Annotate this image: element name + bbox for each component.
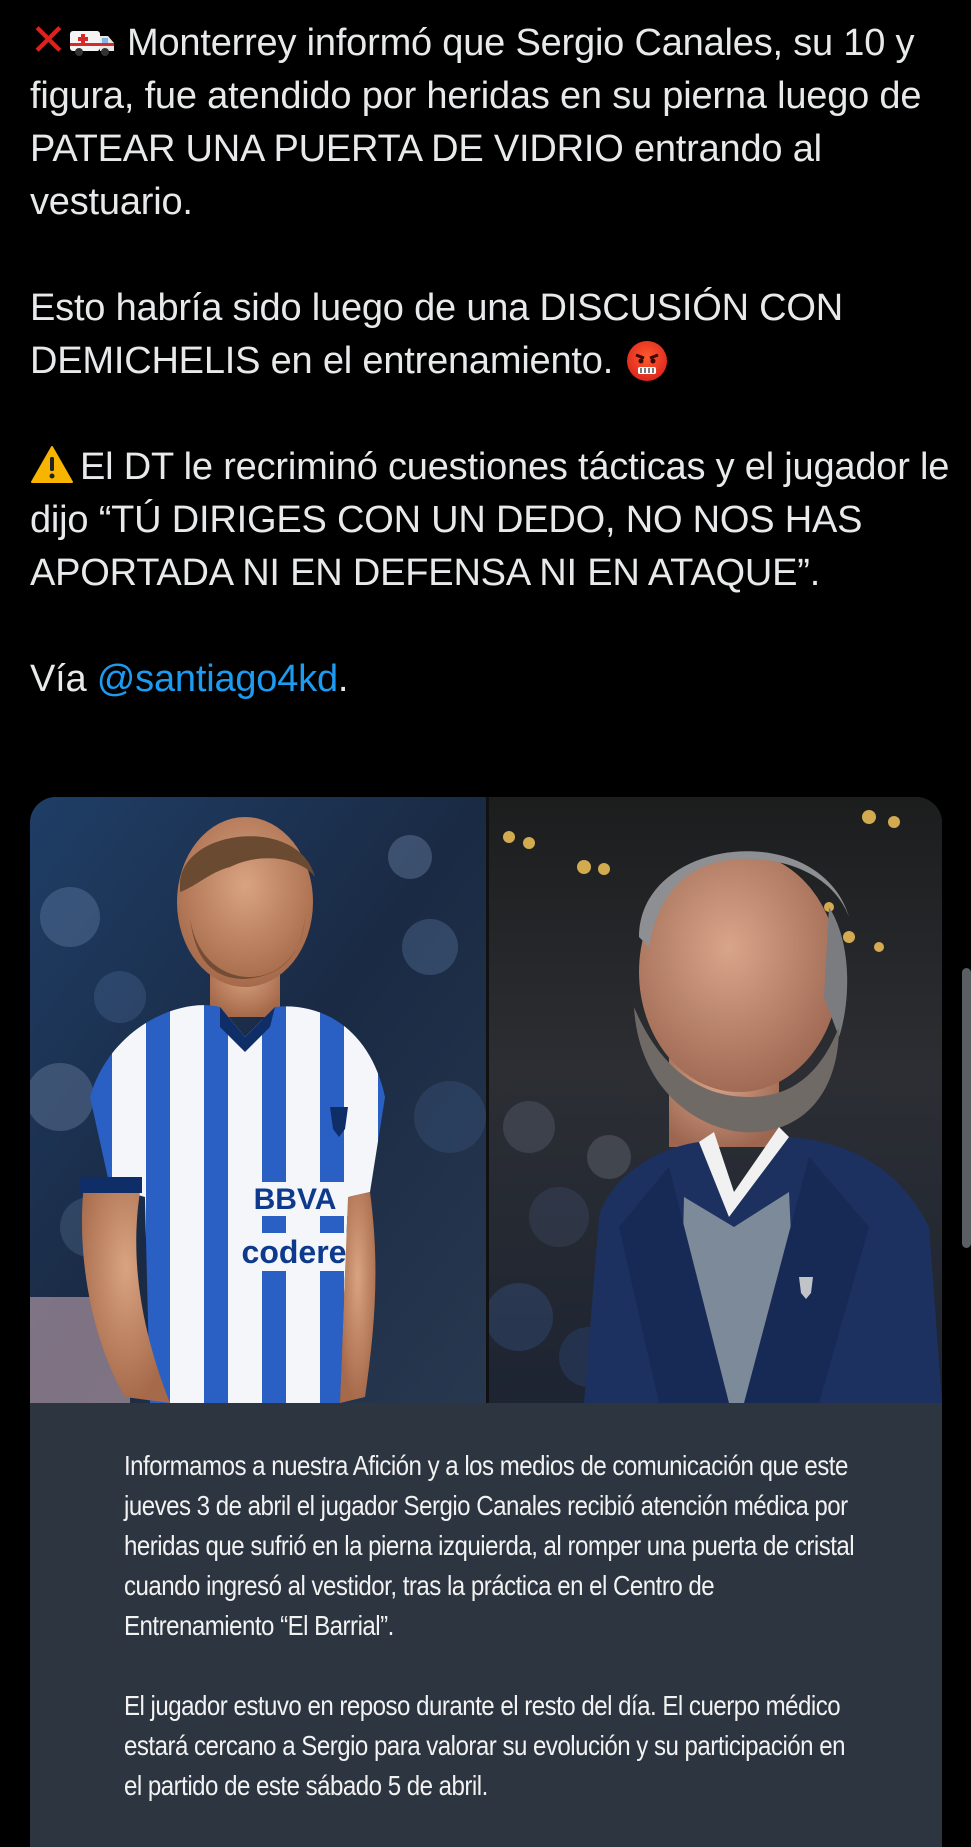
tweet-paragraph-1-text: Monterrey informó que Sergio Canales, su… (30, 22, 922, 223)
tweet-paragraph-4: Vía @santiago4kd. (30, 653, 950, 706)
sponsor-bbva: BBVA (254, 1183, 337, 1216)
sponsor-codere: codere (242, 1234, 347, 1270)
coach-photo[interactable] (489, 797, 942, 1403)
cross-mark-icon: ✕ (30, 16, 67, 65)
statement-text: Informamos a nuestra Afición y a los med… (124, 1446, 864, 1846)
tweet-paragraph-1: ✕ Monterrey informó que Sergio Canales, … (30, 14, 950, 229)
tweet-media[interactable]: BBVA codere Informamos a nuestra Afición… (30, 797, 942, 1847)
angry-face-icon (627, 341, 668, 381)
tweet-paragraph-2-text: Esto habría sido luego de una DISCUSIÓN … (30, 287, 844, 382)
via-period: . (337, 658, 349, 700)
statement-paragraph-1: Informamos a nuestra Afición y a los med… (124, 1450, 855, 1641)
scrollbar-thumb[interactable] (962, 968, 971, 1248)
tweet-paragraph-2: Esto habría sido luego de una DISCUSIÓN … (30, 282, 950, 388)
tweet-text: ✕ Monterrey informó que Sergio Canales, … (30, 14, 950, 706)
warning-icon (30, 445, 74, 485)
tweet-paragraph-3: El DT le recriminó cuestiones tácticas y… (30, 441, 950, 600)
club-statement: Informamos a nuestra Afición y a los med… (30, 1403, 942, 1847)
mention-link[interactable]: @santiago4kd (97, 658, 338, 700)
ambulance-icon (69, 19, 115, 56)
via-label: Vía (30, 658, 87, 700)
statement-paragraph-2: El jugador estuvo en reposo durante el r… (124, 1690, 845, 1801)
tweet-paragraph-3-text: El DT le recriminó cuestiones tácticas y… (30, 446, 950, 594)
player-photo[interactable]: BBVA codere (30, 797, 486, 1403)
